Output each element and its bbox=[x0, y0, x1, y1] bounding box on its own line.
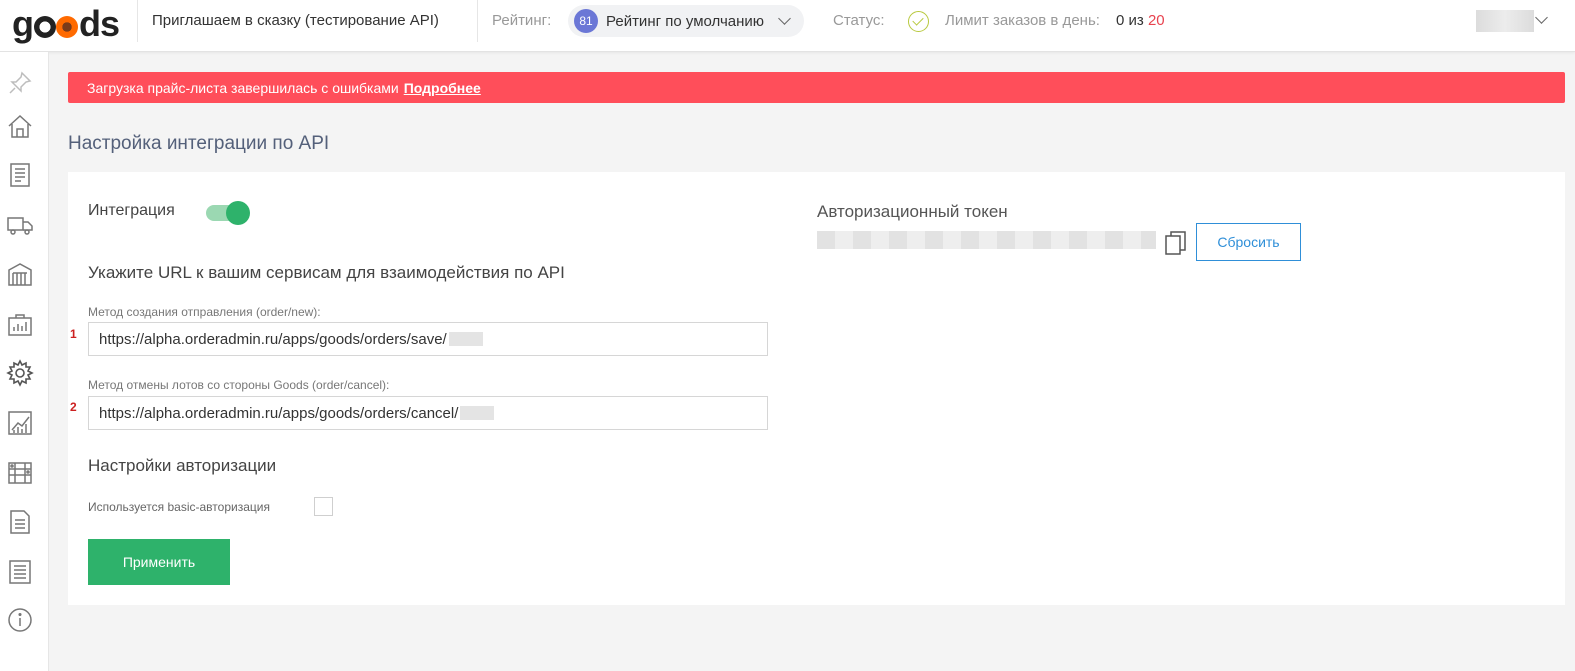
api-settings-card: Интеграция Укажите URL к вашим сервисам … bbox=[68, 172, 1565, 605]
reset-token-button[interactable]: Сбросить bbox=[1196, 223, 1301, 261]
redacted-text bbox=[460, 406, 495, 420]
header-divider bbox=[477, 0, 478, 42]
auth-heading: Настройки авторизации bbox=[88, 456, 277, 475]
token-label: Авторизационный токен bbox=[817, 202, 1008, 221]
order-new-url-input[interactable]: https://alpha.orderadmin.ru/apps/goods/o… bbox=[88, 322, 768, 356]
status-check-icon bbox=[908, 11, 929, 32]
error-alert-banner: Загрузка прайс-листа завершилась с ошибк… bbox=[68, 72, 1565, 103]
delivery-truck-icon[interactable] bbox=[6, 210, 34, 238]
token-value-redacted bbox=[817, 231, 1156, 249]
integration-label: Интеграция bbox=[88, 202, 175, 219]
basic-auth-checkbox[interactable] bbox=[314, 497, 333, 516]
limit-label: Лимит заказов в день: bbox=[945, 12, 1100, 29]
catalog-icon[interactable] bbox=[6, 161, 34, 189]
page-title: Настройка интеграции по API bbox=[68, 133, 330, 154]
list-icon[interactable] bbox=[6, 558, 34, 586]
apply-button[interactable]: Применить bbox=[88, 539, 230, 585]
order-new-label: Метод создания отправления (order/new): bbox=[88, 305, 321, 319]
rating-badge: 81 bbox=[574, 9, 598, 33]
chevron-down-icon[interactable] bbox=[1535, 11, 1548, 24]
toggle-knob bbox=[226, 201, 250, 225]
logo-ball-icon bbox=[34, 16, 56, 38]
sidebar bbox=[0, 52, 49, 671]
home-icon[interactable] bbox=[6, 112, 34, 140]
logo-flower-icon bbox=[56, 16, 78, 38]
integration-toggle[interactable] bbox=[206, 201, 250, 225]
order-cancel-url-input[interactable]: https://alpha.orderadmin.ru/apps/goods/o… bbox=[88, 396, 768, 430]
order-cancel-label: Метод отмены лотов со стороны Goods (ord… bbox=[88, 378, 390, 392]
basic-auth-label: Используется basic-авторизация bbox=[88, 500, 270, 514]
annotation-number: 1 bbox=[70, 327, 77, 341]
goods-logo[interactable]: g ds bbox=[12, 3, 120, 44]
status-label: Статус: bbox=[833, 12, 885, 29]
alert-text: Загрузка прайс-листа завершилась с ошибк… bbox=[87, 79, 399, 96]
documents-icon[interactable] bbox=[6, 508, 34, 536]
limit-value: 0 из 20 bbox=[1116, 12, 1165, 29]
urls-heading: Укажите URL к вашим сервисам для взаимод… bbox=[88, 263, 565, 282]
chart-icon[interactable] bbox=[6, 409, 34, 437]
warehouse-icon[interactable] bbox=[6, 260, 34, 288]
gear-icon[interactable] bbox=[6, 359, 34, 387]
rating-selected-value: Рейтинг по умолчанию bbox=[606, 12, 765, 30]
rating-dropdown[interactable]: 81 Рейтинг по умолчанию bbox=[568, 5, 804, 37]
chevron-down-icon bbox=[778, 12, 791, 25]
rating-label: Рейтинг: bbox=[492, 12, 552, 29]
top-header: g ds Приглашаем в сказку (тестирование AP… bbox=[0, 0, 1575, 52]
shop-name: Приглашаем в сказку (тестирование API) bbox=[152, 12, 439, 29]
analytics-icon[interactable] bbox=[6, 310, 34, 338]
copy-icon[interactable] bbox=[1164, 229, 1188, 257]
pin-icon[interactable] bbox=[6, 69, 34, 97]
redacted-text bbox=[448, 332, 483, 346]
header-divider bbox=[137, 0, 138, 42]
user-menu[interactable] bbox=[1476, 10, 1534, 32]
annotation-number: 2 bbox=[70, 400, 77, 414]
info-icon[interactable] bbox=[6, 606, 34, 634]
alert-details-link[interactable]: Подробнее bbox=[404, 80, 481, 96]
calculator-icon[interactable] bbox=[6, 459, 34, 487]
